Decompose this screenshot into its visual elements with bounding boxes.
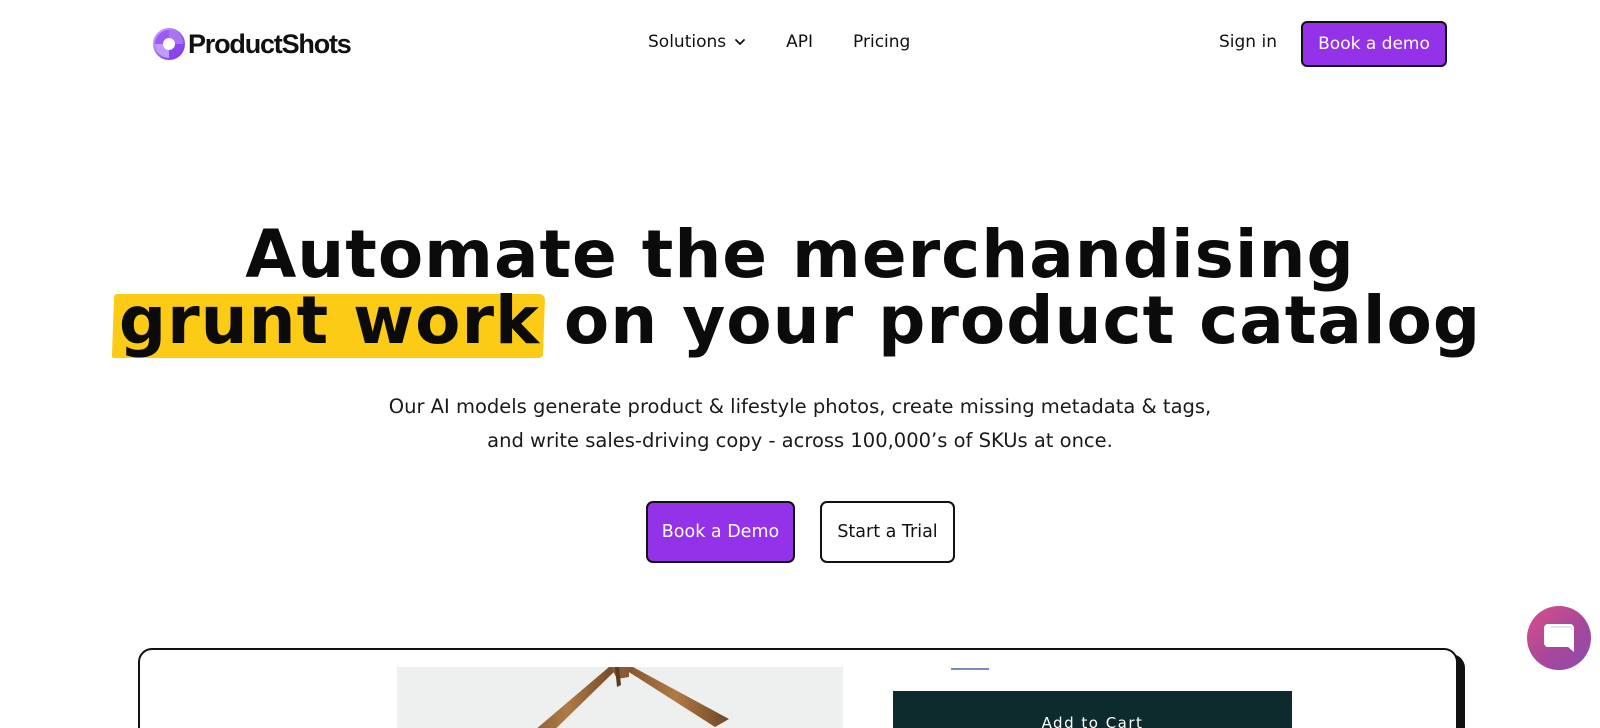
hero-title-highlight: grunt work bbox=[118, 282, 540, 359]
add-to-cart-button[interactable]: Add to Cart bbox=[893, 691, 1292, 728]
tab-indicator bbox=[951, 668, 989, 670]
chat-bubble-icon bbox=[1544, 624, 1574, 652]
chat-launcher-button[interactable] bbox=[1527, 606, 1591, 670]
main-nav: Solutions API Pricing bbox=[648, 32, 910, 52]
chevron-down-icon bbox=[735, 39, 746, 45]
hero-subtitle-line-1: Our AI models generate product & lifesty… bbox=[388, 395, 1212, 418]
logo-aperture-icon bbox=[153, 28, 185, 60]
hero-subtitle: Our AI models generate product & lifesty… bbox=[0, 390, 1600, 458]
hero-title-line-2-rest: on your product catalog bbox=[539, 282, 1482, 359]
hero-subtitle-line-2: and write sales-driving copy - across 10… bbox=[487, 429, 1113, 452]
hero-title-line-2: grunt work on your product catalog bbox=[0, 288, 1600, 354]
hero-start-trial-button[interactable]: Start a Trial bbox=[820, 501, 955, 563]
nav-solutions[interactable]: Solutions bbox=[648, 32, 746, 52]
wooden-stool-legs-image bbox=[537, 667, 729, 728]
brand-logo[interactable]: ProductShots bbox=[153, 28, 352, 60]
top-nav: ProductShots Solutions API Pricing Sign … bbox=[0, 0, 1600, 88]
nav-pricing[interactable]: Pricing bbox=[853, 32, 910, 52]
hero-title: Automate the merchandising grunt work on… bbox=[0, 222, 1600, 354]
sign-in-link[interactable]: Sign in bbox=[1219, 32, 1277, 52]
book-demo-button[interactable]: Book a demo bbox=[1301, 21, 1447, 67]
nav-api[interactable]: API bbox=[786, 32, 813, 52]
hero-book-demo-button[interactable]: Book a Demo bbox=[646, 501, 795, 563]
demo-frame: Add to Cart bbox=[138, 648, 1458, 728]
product-image bbox=[397, 667, 843, 728]
brand-name: ProductShots bbox=[188, 28, 352, 59]
hero-title-line-1: Automate the merchandising bbox=[245, 216, 1355, 293]
nav-solutions-label: Solutions bbox=[648, 32, 727, 52]
